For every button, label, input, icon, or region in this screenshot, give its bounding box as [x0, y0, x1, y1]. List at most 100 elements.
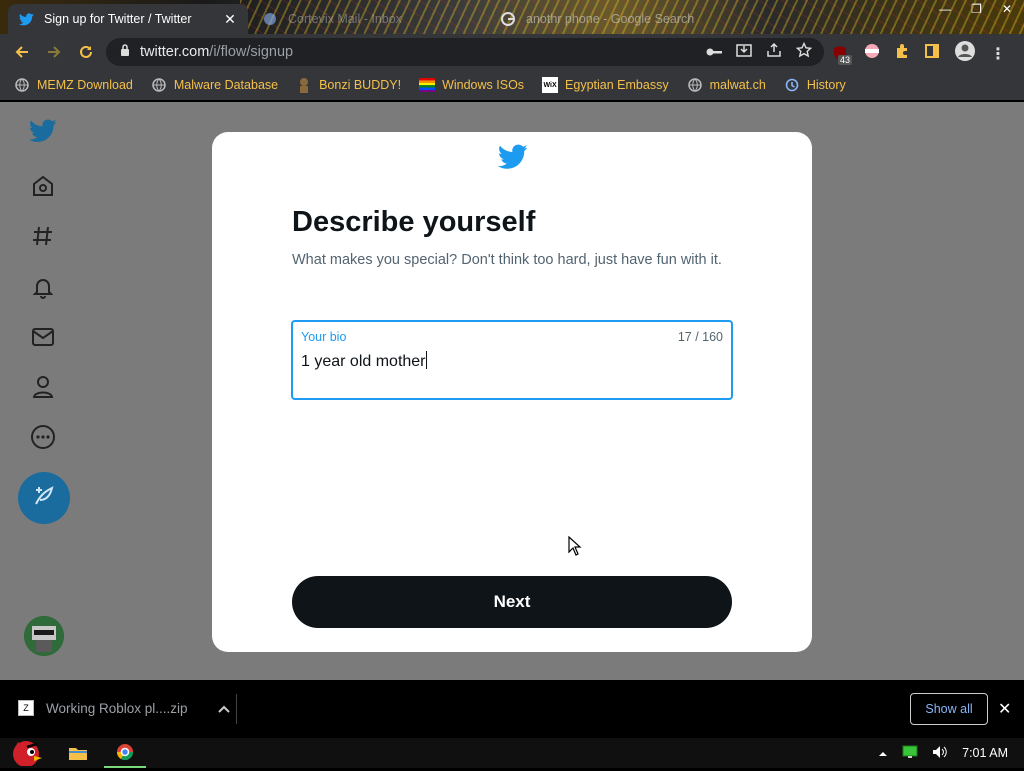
- maximize-icon[interactable]: ❐: [971, 2, 982, 16]
- twitter-logo-icon[interactable]: [28, 116, 58, 146]
- bonzi-icon: [296, 77, 312, 93]
- bookmark-malwatch[interactable]: malwat.ch: [687, 77, 766, 93]
- close-shelf-icon[interactable]: ✕: [998, 699, 1011, 719]
- omnibox-actions: [706, 41, 813, 63]
- tab-title: Sign up for Twitter / Twitter: [44, 12, 192, 26]
- download-filename: Working Roblox pl....zip: [46, 700, 188, 716]
- shelf-divider: [236, 694, 237, 724]
- url-host: twitter.com: [140, 44, 210, 60]
- bookmark-label: Bonzi BUDDY!: [319, 78, 402, 92]
- download-shelf: Z Working Roblox pl....zip Show all ✕: [0, 680, 1024, 738]
- messages-envelope-icon[interactable]: [28, 322, 58, 352]
- key-icon[interactable]: [706, 44, 722, 62]
- bookmark-egyptian-embassy[interactable]: WiX Egyptian Embassy: [542, 77, 669, 93]
- user-avatar[interactable]: [24, 616, 64, 656]
- tab-google-search[interactable]: anothr phone - Google Search: [490, 4, 730, 34]
- tab-twitter-signup[interactable]: Sign up for Twitter / Twitter ✕: [8, 4, 248, 34]
- start-button[interactable]: [4, 738, 48, 768]
- chrome-taskbar-icon[interactable]: [104, 738, 146, 768]
- flag-extension-icon[interactable]: [864, 43, 880, 64]
- mouse-cursor-icon: [568, 535, 582, 561]
- compose-feather-icon: [32, 484, 56, 513]
- explore-hashtag-icon[interactable]: [28, 221, 58, 251]
- bio-value-wrap: 1 year old mother: [301, 351, 427, 371]
- tab-title: Cortevix Mail - Inbox: [288, 12, 402, 26]
- next-button[interactable]: Next: [292, 576, 732, 628]
- show-hidden-icons-icon[interactable]: [878, 746, 888, 760]
- twitter-bird-icon: [18, 11, 34, 27]
- menu-dots-icon[interactable]: ⋮: [990, 44, 1006, 64]
- mail-favicon-icon: [262, 11, 278, 27]
- globe-icon: [151, 77, 167, 93]
- ublock-icon[interactable]: 43: [832, 45, 853, 65]
- window-controls: — ❐ ✕: [939, 2, 1012, 16]
- share-icon[interactable]: [766, 42, 782, 63]
- wix-icon: WiX: [542, 77, 559, 93]
- text-caret: [425, 351, 427, 369]
- file-explorer-icon[interactable]: [64, 738, 92, 768]
- bookmark-label: malwat.ch: [709, 78, 766, 92]
- network-icon[interactable]: [902, 745, 918, 762]
- notifications-bell-icon[interactable]: [28, 272, 58, 302]
- reload-icon[interactable]: [70, 36, 102, 68]
- google-icon: [500, 11, 516, 27]
- back-arrow-icon[interactable]: [6, 36, 38, 68]
- show-all-button[interactable]: Show all: [910, 693, 988, 725]
- minimize-icon[interactable]: —: [939, 2, 951, 16]
- windows-taskbar: 7:01 AM: [0, 738, 1024, 768]
- extensions-row: 43 ⋮: [832, 40, 1006, 67]
- url-text: twitter.com/i/flow/signup: [140, 44, 293, 60]
- windows-flag-icon: [419, 77, 436, 93]
- tab-title: anothr phone - Google Search: [526, 12, 695, 26]
- volume-icon[interactable]: [932, 745, 948, 762]
- bio-value: 1 year old mother: [301, 353, 426, 370]
- signup-modal: Describe yourself What makes you special…: [212, 132, 812, 652]
- bookmark-star-icon[interactable]: [795, 41, 813, 63]
- forward-arrow-icon[interactable]: [38, 36, 70, 68]
- zip-file-icon: Z: [18, 700, 34, 716]
- close-window-icon[interactable]: ✕: [1002, 2, 1012, 16]
- globe-icon: [687, 77, 703, 93]
- modal-heading: Describe yourself: [292, 206, 536, 238]
- side-panel-icon[interactable]: [924, 43, 940, 64]
- bookmark-label: Egyptian Embassy: [565, 78, 669, 92]
- system-tray: 7:01 AM: [878, 738, 1008, 768]
- bookmarks-bar: MEMZ Download Malware Database Bonzi BUD…: [0, 70, 1024, 100]
- globe-icon: [14, 77, 30, 93]
- compose-tweet-button[interactable]: [18, 472, 70, 524]
- bio-label: Your bio: [301, 330, 347, 344]
- browser-toolbar: twitter.com/i/flow/signup 43 ⋮: [0, 34, 1024, 70]
- bookmark-label: Malware Database: [173, 78, 279, 92]
- twitter-sidebar: [0, 102, 88, 680]
- bookmark-memz[interactable]: MEMZ Download: [14, 77, 133, 93]
- ublock-badge: 43: [838, 54, 853, 65]
- history-icon: [784, 77, 800, 93]
- page-viewport: Describe yourself What makes you special…: [0, 102, 1024, 680]
- bookmark-label: History: [806, 78, 846, 92]
- modal-subtitle: What makes you special? Don't think too …: [292, 252, 722, 268]
- clock[interactable]: 7:01 AM: [962, 746, 1008, 760]
- angry-bird-icon: [6, 736, 46, 771]
- profile-person-icon[interactable]: [28, 372, 58, 402]
- bookmark-label: MEMZ Download: [37, 78, 133, 92]
- twitter-logo-icon: [497, 144, 528, 175]
- address-bar[interactable]: twitter.com/i/flow/signup: [106, 38, 824, 66]
- bookmark-history[interactable]: History: [784, 77, 846, 93]
- chevron-up-icon[interactable]: [217, 701, 230, 716]
- home-icon[interactable]: [28, 171, 58, 201]
- more-options-icon[interactable]: [28, 422, 58, 452]
- tab-strip: Sign up for Twitter / Twitter ✕ Cortevix…: [0, 0, 1024, 34]
- bookmark-bonzi-buddy[interactable]: Bonzi BUDDY!: [296, 77, 401, 93]
- profile-icon[interactable]: [954, 40, 976, 67]
- lock-icon[interactable]: [120, 43, 130, 61]
- bookmark-label: Windows ISOs: [442, 78, 525, 92]
- bio-textarea[interactable]: Your bio 17 / 160 1 year old mother: [291, 320, 733, 400]
- download-item[interactable]: Z Working Roblox pl....zip: [18, 700, 230, 716]
- close-tab-icon[interactable]: ✕: [222, 11, 238, 28]
- tab-mail[interactable]: Cortevix Mail - Inbox: [252, 4, 488, 34]
- bookmark-malware-database[interactable]: Malware Database: [151, 77, 278, 93]
- install-icon[interactable]: [736, 42, 752, 63]
- bookmark-windows-isos[interactable]: Windows ISOs: [419, 77, 524, 93]
- bio-char-count: 17 / 160: [677, 330, 723, 344]
- extensions-puzzle-icon[interactable]: [894, 43, 910, 64]
